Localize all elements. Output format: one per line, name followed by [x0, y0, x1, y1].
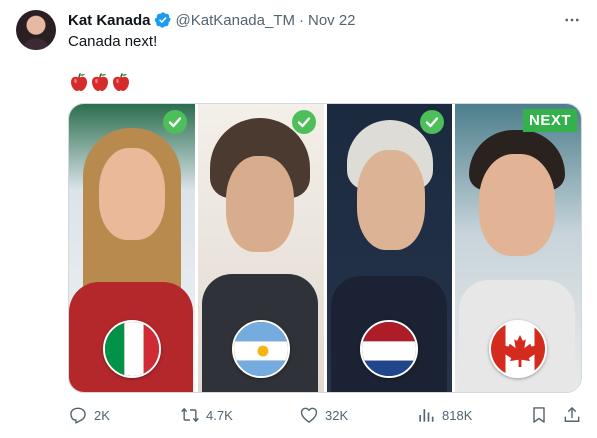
views-icon	[419, 409, 434, 422]
red-apple-icon	[92, 73, 108, 91]
tweet-text: Canada next!	[68, 33, 158, 50]
portrait-face	[356, 150, 425, 250]
share-button[interactable]	[562, 404, 582, 426]
tweet-actions: 2K 4.7K 32K 818K	[68, 404, 582, 426]
reply-count: 2K	[94, 407, 110, 423]
media-panel-4[interactable]: NEXT	[455, 104, 581, 392]
bookmark-button[interactable]	[529, 404, 549, 426]
italy-flag-icon	[102, 320, 161, 378]
portrait-face	[479, 154, 556, 256]
media-panel-3[interactable]	[326, 104, 453, 392]
author-name[interactable]: Kat Kanada	[68, 12, 151, 29]
views-button[interactable]: 818K	[416, 404, 472, 426]
check-badge-icon	[291, 110, 316, 134]
portrait-face	[225, 156, 294, 252]
heart-icon	[300, 407, 318, 423]
like-count: 32K	[325, 407, 349, 423]
media-panel-1[interactable]	[69, 104, 195, 392]
reply-icon	[70, 407, 86, 424]
netherlands-flag-icon	[360, 320, 419, 378]
header-separator: ·	[299, 11, 304, 29]
avatar[interactable]	[16, 10, 56, 50]
tweet-header: Kat Kanada @KatKanada_TM · Nov 22	[68, 10, 356, 30]
views-count: 818K	[442, 407, 473, 423]
tweet[interactable]: Kat Kanada @KatKanada_TM · Nov 22 Canada…	[0, 0, 597, 438]
tweet-date[interactable]: Nov 22	[308, 12, 356, 29]
check-badge-icon	[162, 110, 187, 134]
emoji-line	[70, 72, 130, 92]
check-badge-icon	[420, 110, 445, 134]
retweet-count: 4.7K	[206, 407, 233, 423]
more-options-icon[interactable]	[562, 10, 582, 30]
argentina-flag-icon	[231, 320, 290, 378]
verified-badge-icon	[154, 11, 172, 29]
red-apple-icon	[113, 73, 129, 91]
bookmark-icon	[533, 407, 545, 423]
next-badge: NEXT	[522, 109, 577, 132]
like-button[interactable]: 32K	[299, 404, 348, 426]
share-icon	[564, 407, 580, 422]
author-handle[interactable]: @KatKanada_TM	[176, 12, 295, 29]
media-panel-2[interactable]	[197, 104, 324, 392]
tweet-media[interactable]: NEXT	[68, 103, 582, 393]
canada-flag-icon	[489, 320, 548, 378]
retweet-button[interactable]: 4.7K	[180, 404, 233, 426]
red-apple-icon	[71, 73, 87, 91]
portrait-face	[99, 148, 165, 240]
retweet-icon	[181, 408, 199, 422]
reply-button[interactable]: 2K	[68, 404, 110, 426]
